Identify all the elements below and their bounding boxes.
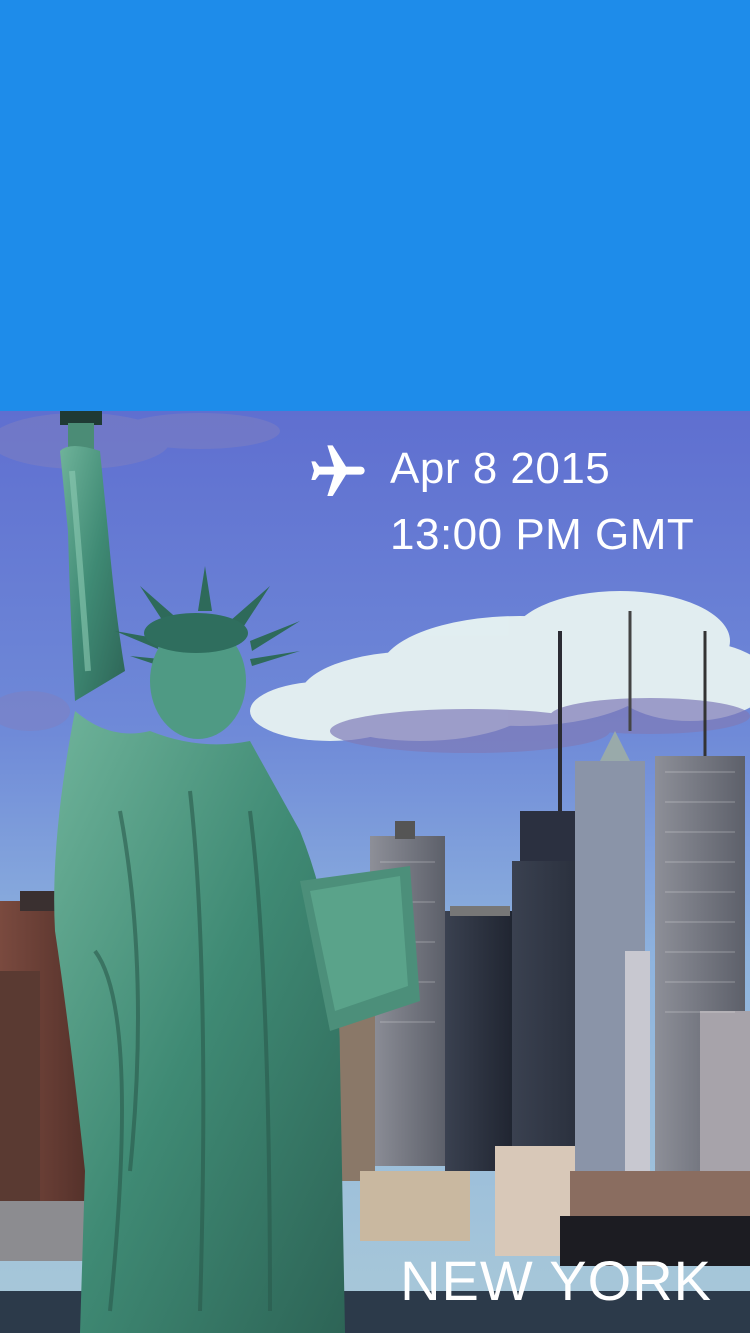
flight-date: Apr 8 2015 <box>390 444 611 493</box>
header-band <box>0 0 750 411</box>
flight-time: 13:00 PM GMT <box>390 510 695 559</box>
airplane-icon <box>306 440 370 504</box>
app-screen: Apr 8 2015 13:00 PM GMT NEW YORK <box>0 0 750 1333</box>
destination-city: NEW YORK <box>400 1249 712 1312</box>
